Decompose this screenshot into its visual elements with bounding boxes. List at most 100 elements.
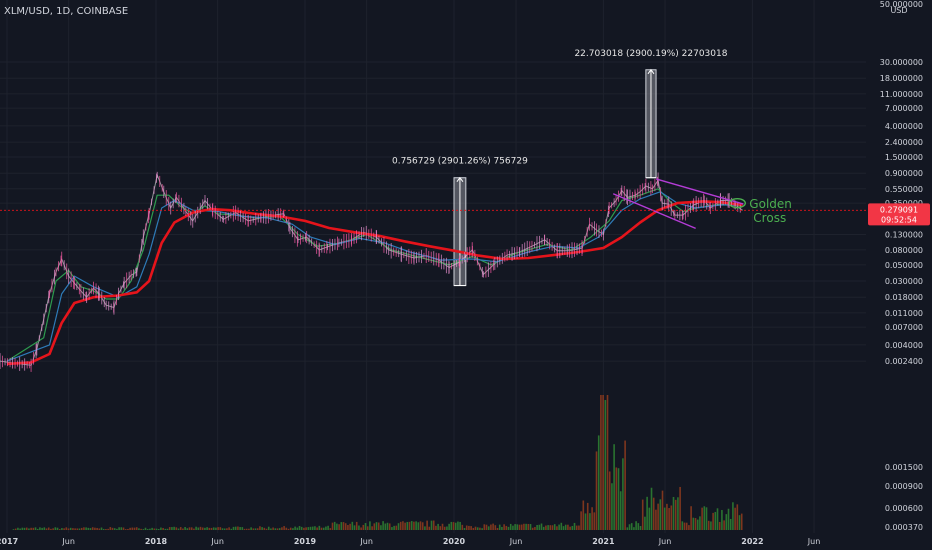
- volume-bar: [320, 527, 323, 530]
- volume-bar: [692, 517, 695, 530]
- volume-bar: [452, 522, 455, 530]
- volume-bar: [107, 528, 109, 530]
- price-tick: 0.050000: [885, 261, 923, 270]
- volume-bar: [375, 522, 378, 530]
- volume-bar: [716, 508, 719, 530]
- volume-bar: [252, 528, 255, 530]
- volume-bar: [707, 520, 710, 530]
- volume-bar: [507, 526, 510, 530]
- volume-bar: [633, 527, 635, 530]
- volume-bar: [714, 511, 717, 530]
- volume-bar: [415, 521, 417, 530]
- volume-bar: [155, 528, 158, 530]
- volume-bar: [135, 527, 138, 530]
- volume-bar: [234, 526, 237, 530]
- volume-bar: [166, 528, 169, 530]
- volume-bar: [441, 523, 444, 530]
- time-tick: 2022: [741, 537, 763, 546]
- volume-bar: [729, 518, 732, 530]
- volume-bar: [377, 522, 380, 530]
- volume-bar: [424, 526, 426, 530]
- time-tick: Jun: [658, 537, 672, 546]
- volume-bar: [261, 527, 263, 530]
- volume-bar: [479, 527, 481, 530]
- volume-bar: [14, 528, 17, 530]
- volume-bar: [690, 506, 692, 530]
- time-axis[interactable]: [0, 533, 866, 550]
- volume-bar: [91, 527, 94, 530]
- price-tick: 0.000600: [885, 504, 923, 513]
- price-tick: 0.018000: [885, 293, 923, 302]
- volume-bar: [340, 522, 343, 530]
- measure-label: 22.703018 (2900.19%) 22703018: [574, 49, 727, 59]
- volume-bar: [472, 527, 475, 530]
- last-price-countdown: 09:52:54: [881, 215, 917, 224]
- volume-bar: [76, 528, 79, 530]
- volume-bar: [571, 525, 574, 530]
- volume-bar: [551, 525, 554, 530]
- volume-bar: [338, 524, 340, 530]
- volume-bar: [72, 528, 74, 530]
- volume-bar: [496, 527, 499, 530]
- volume-bar: [111, 527, 114, 530]
- volume-bar: [501, 526, 503, 530]
- volume-bar: [718, 521, 721, 530]
- volume-bar: [331, 522, 334, 530]
- volume-bar: [131, 527, 134, 530]
- volume-bar: [358, 525, 360, 530]
- volume-bar: [195, 526, 197, 530]
- volume-bar: [184, 526, 186, 530]
- volume-bar: [87, 527, 90, 530]
- volume-bar: [681, 521, 684, 530]
- volume-bar: [520, 524, 523, 530]
- volume-bar: [608, 471, 611, 530]
- time-tick: Jun: [61, 537, 75, 546]
- volume-bar: [419, 521, 422, 530]
- volume-bar: [355, 521, 358, 530]
- time-tick: 2017: [0, 537, 18, 546]
- volume-bar: [245, 528, 248, 530]
- volume-bar: [316, 527, 318, 530]
- volume-bar: [52, 528, 54, 530]
- volume-bar: [696, 519, 699, 530]
- volume-bar: [254, 528, 257, 530]
- volume-bar: [94, 527, 96, 530]
- time-tick: 2018: [145, 537, 168, 546]
- volume-bar: [113, 528, 116, 530]
- volume-bar: [325, 526, 327, 530]
- volume-bar: [175, 527, 178, 530]
- time-tick: 2019: [294, 537, 317, 546]
- volume-bar: [529, 524, 532, 530]
- volume-bar: [575, 525, 578, 530]
- volume-bar: [483, 524, 486, 530]
- volume-bar: [481, 528, 483, 530]
- volume-bar: [190, 527, 193, 530]
- price-tick: 0.080000: [885, 246, 923, 255]
- price-chart[interactable]: 0.756729 (2901.26%) 756729 22.703018 (290…: [0, 0, 932, 550]
- volume-bar: [270, 528, 272, 530]
- volume-bar: [89, 528, 92, 530]
- volume-bar: [597, 435, 600, 530]
- volume-bar: [274, 528, 277, 530]
- volume-bar: [384, 523, 387, 530]
- volume-bar: [69, 527, 72, 530]
- volume-bar: [63, 528, 65, 530]
- volume-bar: [296, 527, 299, 530]
- time-tick: Jun: [807, 537, 821, 546]
- price-tick: 0.000900: [885, 482, 923, 491]
- price-tick: 0.030000: [885, 277, 923, 286]
- price-tick: 0.130000: [885, 231, 923, 240]
- price-tick: 7.000000: [885, 104, 923, 113]
- volume-bar: [151, 527, 153, 530]
- volume-bar: [34, 527, 37, 530]
- price-tick: 1.500000: [885, 153, 923, 162]
- volume-bar: [142, 529, 145, 530]
- volume-bar: [237, 526, 239, 530]
- volume-bar: [611, 483, 613, 530]
- volume-bar: [364, 523, 367, 530]
- volume-bar: [56, 527, 59, 530]
- volume-bar: [397, 523, 400, 530]
- volume-bar: [470, 526, 472, 530]
- volume-bar: [303, 527, 305, 530]
- volume-bar: [61, 528, 63, 530]
